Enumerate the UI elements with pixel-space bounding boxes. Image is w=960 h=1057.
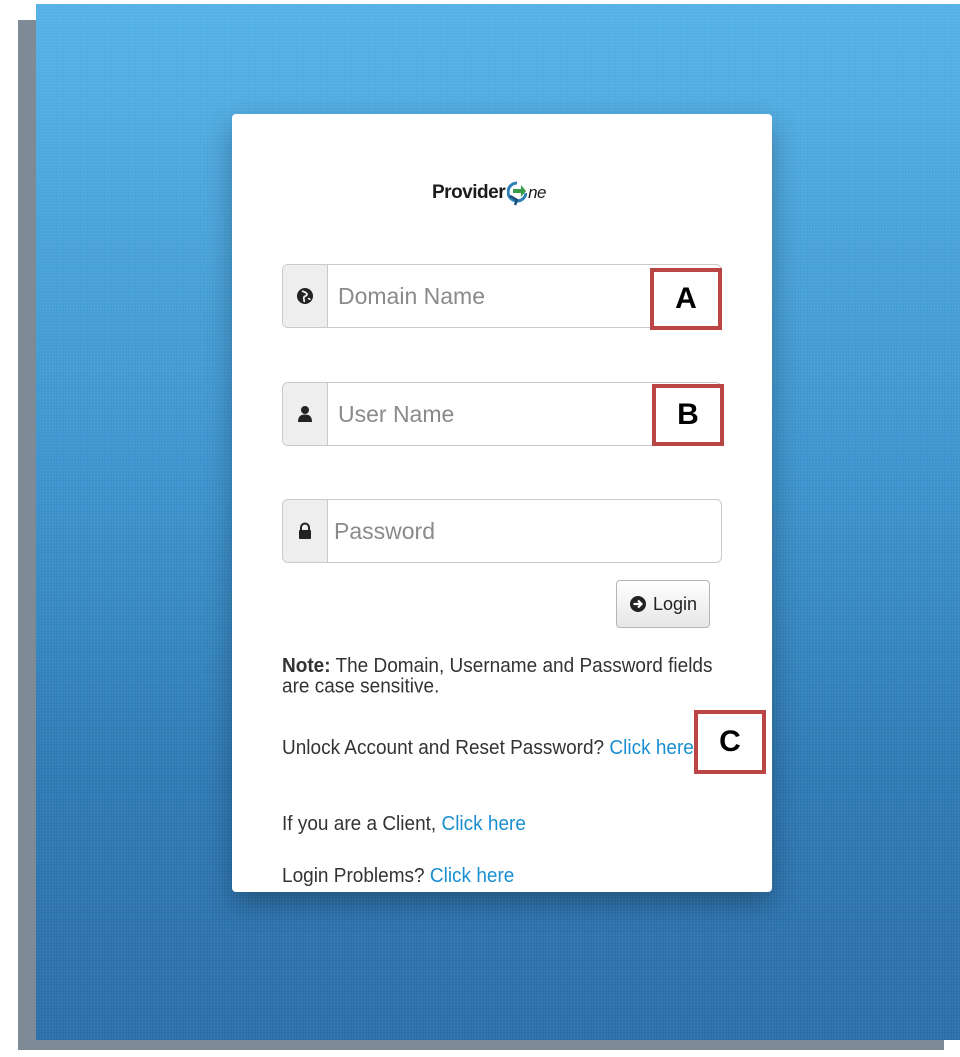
password-input-group xyxy=(282,499,722,563)
login-problems-label: Login Problems? xyxy=(282,864,430,888)
login-card: Provider ne Domain Name User Name Login … xyxy=(232,114,772,892)
user-icon xyxy=(283,383,328,445)
callout-b: B xyxy=(652,384,724,446)
providerone-logo: Provider ne xyxy=(432,176,547,210)
logo-o-mark-icon xyxy=(507,181,528,206)
unlock-account-text: Unlock Account and Reset Password? Click… xyxy=(282,738,732,759)
lock-icon xyxy=(283,500,328,562)
note-label: Note: xyxy=(282,654,331,678)
login-button-label: Login xyxy=(652,593,698,614)
unlock-account-link[interactable]: Click here xyxy=(609,737,693,760)
login-button[interactable]: Login xyxy=(616,580,710,628)
callout-a: A xyxy=(650,268,722,330)
login-problems-text: Login Problems? Click here xyxy=(282,866,732,887)
logo-word-one: ne xyxy=(528,183,547,202)
unlock-account-label: Unlock Account and Reset Password? xyxy=(282,736,610,760)
globe-icon xyxy=(283,265,328,327)
arrow-circle-right-icon xyxy=(629,596,646,612)
callout-c: C xyxy=(694,710,766,774)
client-text: If you are a Client, Click here xyxy=(282,814,732,835)
client-label: If you are a Client, xyxy=(282,812,442,836)
case-sensitive-note: Note: The Domain, Username and Password … xyxy=(282,656,732,697)
password-input[interactable] xyxy=(328,500,721,562)
note-text: The Domain, Username and Password fields… xyxy=(282,654,713,699)
login-problems-link[interactable]: Click here xyxy=(430,865,514,888)
logo-word-provider: Provider xyxy=(432,182,506,203)
client-link[interactable]: Click here xyxy=(441,813,525,836)
